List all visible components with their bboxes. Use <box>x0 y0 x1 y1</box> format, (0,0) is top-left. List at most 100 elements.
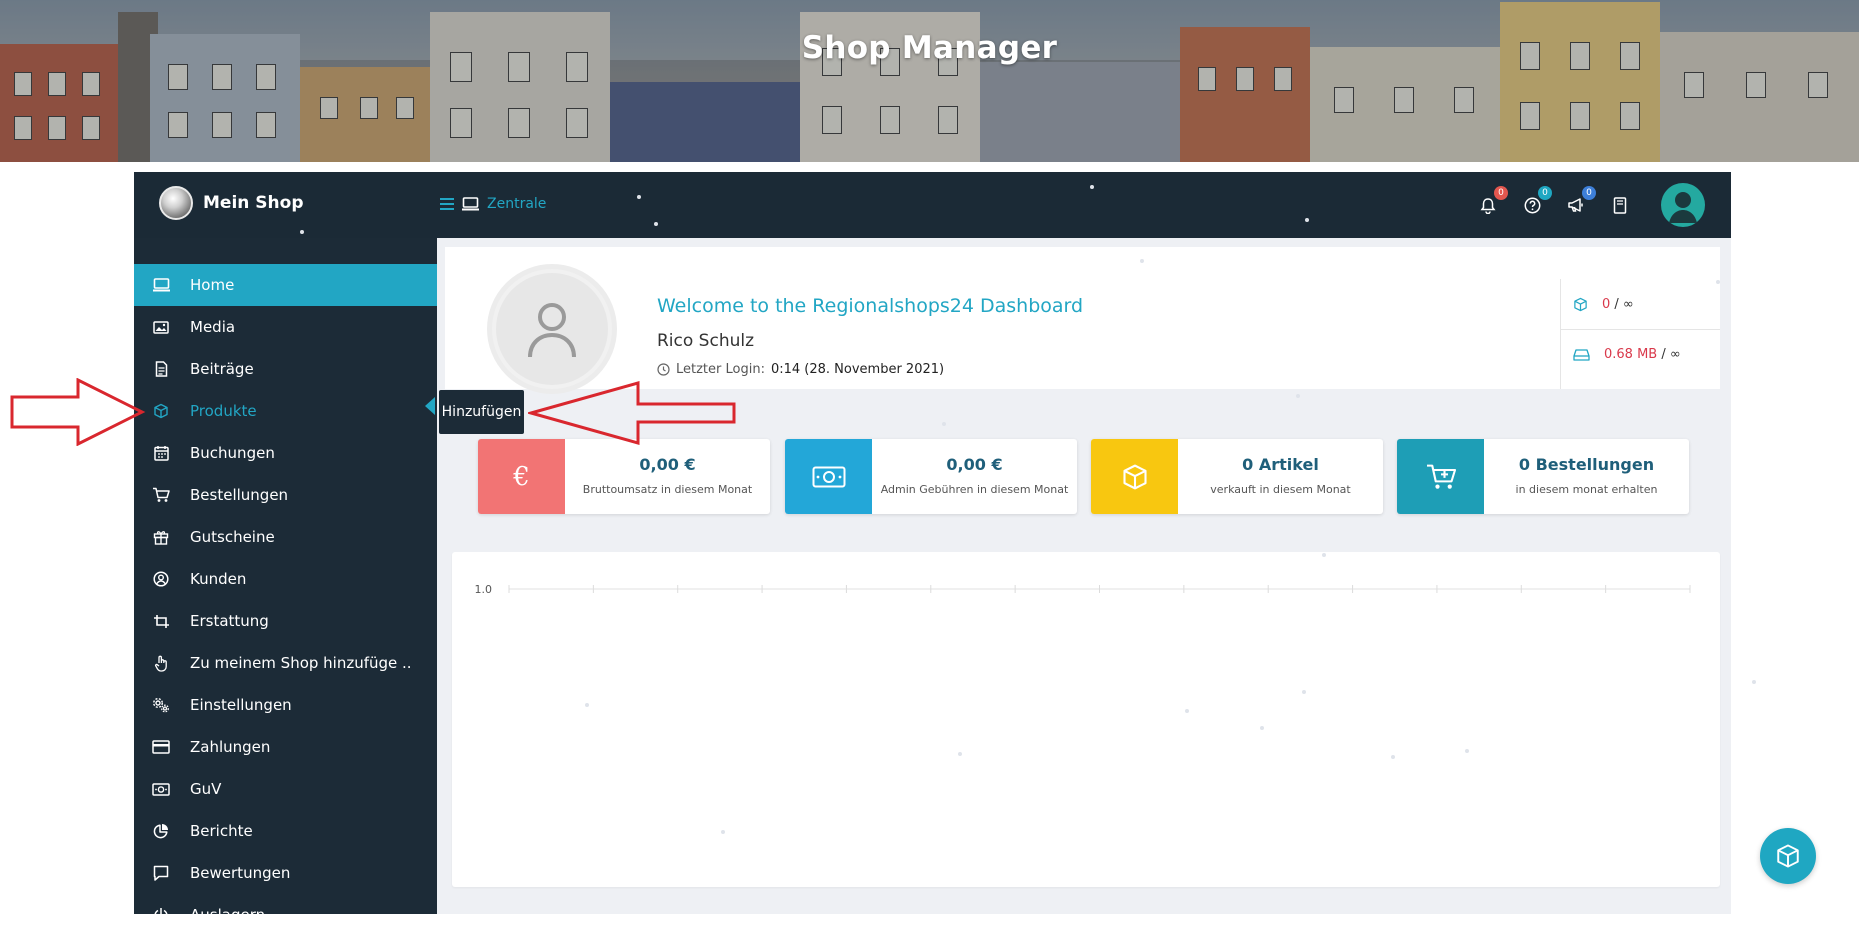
sidebar: Home Media Beiträge Produkte Buchungen B… <box>134 238 437 924</box>
stat-value: 0 Artikel <box>1242 455 1319 474</box>
help-icon[interactable]: 0 <box>1521 186 1552 216</box>
credit-card-icon <box>152 738 170 756</box>
floating-box-button[interactable] <box>1760 828 1816 884</box>
sidebar-item-label: Bewertungen <box>190 864 291 882</box>
sidebar-item-label: Media <box>190 318 236 336</box>
dashboard-app: Mein Shop Zentrale 0 0 0 Home Media Beit… <box>134 172 1731 924</box>
annotation-arrow-left <box>528 381 736 445</box>
stat-card-admin-fees[interactable]: 0,00 € Admin Gebühren in diesem Monat <box>785 439 1077 514</box>
monitor-icon <box>152 276 170 294</box>
monitor-icon <box>462 197 479 211</box>
sidebar-item-bestellungen[interactable]: Bestellungen <box>134 474 437 516</box>
sidebar-item-erstattung[interactable]: Erstattung <box>134 600 437 642</box>
notifications-badge: 0 <box>1494 186 1508 200</box>
stat-card-articles-sold[interactable]: 0 Artikel verkauft in diesem Monat <box>1091 439 1383 514</box>
announcements-megaphone-icon[interactable]: 0 <box>1565 186 1596 216</box>
sidebar-item-home[interactable]: Home <box>134 264 437 306</box>
product-quota: 0 / ∞ <box>1561 279 1720 329</box>
breadcrumb-current[interactable]: Zentrale <box>487 196 546 212</box>
last-login-label: Letzter Login: <box>676 362 765 377</box>
gift-icon <box>152 528 170 546</box>
user-placeholder-icon <box>528 303 576 358</box>
welcome-title: Welcome to the Regionalshops24 Dashboard <box>657 295 1084 317</box>
sidebar-item-produkte[interactable]: Produkte <box>134 390 437 432</box>
profile-picture[interactable] <box>487 264 617 394</box>
book-icon[interactable] <box>1609 194 1631 216</box>
sidebar-item-berichte[interactable]: Berichte <box>134 810 437 852</box>
sales-chart-panel: 1.0 <box>452 552 1720 887</box>
sidebar-item-label: Gutscheine <box>190 528 275 546</box>
stat-label: Admin Gebühren in diesem Monat <box>880 483 1069 496</box>
clock-icon <box>657 363 670 376</box>
top-actions: 0 0 0 <box>1477 183 1705 227</box>
breadcrumb: Zentrale <box>440 196 546 212</box>
sidebar-item-label: Kunden <box>190 570 247 588</box>
sidebar-item-label: Bestellungen <box>190 486 289 504</box>
sidebar-item-media[interactable]: Media <box>134 306 437 348</box>
sidebar-item-label: Home <box>190 276 235 294</box>
storage-used: 0.68 MB <box>1604 347 1658 362</box>
top-navbar: Mein Shop Zentrale 0 0 0 <box>134 172 1731 238</box>
sidebar-item-zu-meinem-shop[interactable]: Zu meinem Shop hinzufüge .. <box>134 642 437 684</box>
cart-icon <box>152 486 170 504</box>
stat-value: 0,00 € <box>639 455 696 474</box>
annotation-arrow-right <box>10 378 146 446</box>
image-icon <box>152 318 170 336</box>
sidebar-item-label: Zahlungen <box>190 738 271 756</box>
hand-pointer-icon <box>152 654 170 672</box>
hdd-icon <box>1573 348 1590 361</box>
box-icon <box>152 402 170 420</box>
comment-icon <box>152 864 170 882</box>
sidebar-nav: Home Media Beiträge Produkte Buchungen B… <box>134 264 437 936</box>
sidebar-item-buchungen[interactable]: Buchungen <box>134 432 437 474</box>
gears-icon <box>152 696 170 714</box>
euro-icon: € <box>478 439 565 514</box>
power-icon <box>152 906 170 924</box>
sidebar-item-label: Einstellungen <box>190 696 292 714</box>
cart-plus-icon <box>1397 439 1484 514</box>
products-limit: / ∞ <box>1614 296 1634 312</box>
stat-value: 0,00 € <box>946 455 1003 474</box>
banknote-icon <box>785 439 872 514</box>
shop-name: Mein Shop <box>203 193 304 213</box>
stat-label: verkauft in diesem Monat <box>1210 483 1351 496</box>
stat-value: 0 Bestellungen <box>1518 455 1655 474</box>
box-icon <box>1091 439 1178 514</box>
stat-card-revenue[interactable]: € 0,00 € Bruttoumsatz in diesem Monat <box>478 439 770 514</box>
stat-label: in diesem monat erhalten <box>1515 483 1658 496</box>
user-avatar[interactable] <box>1661 183 1705 227</box>
usage-quota: 0 / ∞ 0.68 MB / ∞ <box>1560 279 1720 389</box>
site-title: Shop Manager <box>801 30 1058 66</box>
sidebar-item-einstellungen[interactable]: Einstellungen <box>134 684 437 726</box>
sidebar-item-label: Erstattung <box>190 612 269 630</box>
menu-toggle-icon[interactable] <box>440 198 454 210</box>
pie-chart-icon <box>152 822 170 840</box>
sidebar-item-zahlungen[interactable]: Zahlungen <box>134 726 437 768</box>
tooltip-pointer <box>425 397 435 415</box>
brand[interactable]: Mein Shop <box>159 186 304 220</box>
announcements-badge: 0 <box>1582 186 1596 200</box>
crop-icon <box>152 612 170 630</box>
stat-label: Bruttoumsatz in diesem Monat <box>582 483 753 496</box>
sidebar-item-kunden[interactable]: Kunden <box>134 558 437 600</box>
money-icon <box>152 780 170 798</box>
sidebar-item-label: Auslagern <box>190 906 266 924</box>
sidebar-item-auslagern[interactable]: Auslagern <box>134 894 437 936</box>
sidebar-item-guv[interactable]: GuV <box>134 768 437 810</box>
sidebar-item-label: Buchungen <box>190 444 275 462</box>
sidebar-item-beitraege[interactable]: Beiträge <box>134 348 437 390</box>
help-badge: 0 <box>1538 186 1552 200</box>
notifications-bell-icon[interactable]: 0 <box>1477 186 1508 216</box>
sales-chart: 1.0 <box>475 583 1691 596</box>
header-banner: Shop Manager <box>0 0 1859 162</box>
tooltip-hinzufuegen: Hinzufügen <box>439 390 524 434</box>
calendar-icon <box>152 444 170 462</box>
last-login: Letzter Login: 0:14 (28. November 2021) <box>657 362 944 377</box>
sidebar-item-label: GuV <box>190 780 222 798</box>
sidebar-item-label: Zu meinem Shop hinzufüge .. <box>190 654 412 672</box>
sidebar-item-bewertungen[interactable]: Bewertungen <box>134 852 437 894</box>
box-icon <box>1777 844 1799 868</box>
sidebar-item-gutscheine[interactable]: Gutscheine <box>134 516 437 558</box>
user-name: Rico Schulz <box>657 331 755 351</box>
stat-card-orders[interactable]: 0 Bestellungen in diesem monat erhalten <box>1397 439 1689 514</box>
